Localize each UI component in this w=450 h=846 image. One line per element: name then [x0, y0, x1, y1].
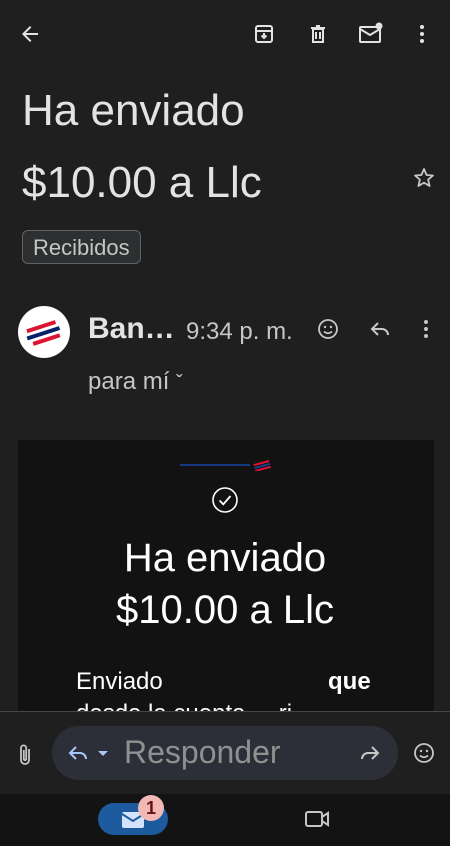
mark-unread-icon[interactable]: [358, 22, 384, 46]
subject-line-1: Ha enviado: [22, 86, 245, 135]
reply-mode-icon[interactable]: [66, 741, 114, 765]
bottom-navigation: [0, 794, 450, 846]
sender-name[interactable]: Ban…: [88, 312, 175, 346]
chevron-down-icon: ˇ: [176, 372, 183, 394]
bank-logo-icon: [26, 320, 61, 346]
reply-icon[interactable]: [368, 317, 392, 341]
star-icon[interactable]: [412, 166, 436, 190]
emoji-icon[interactable]: [412, 741, 436, 765]
card-heading-line-1: Ha enviado: [123, 536, 327, 580]
email-subject: Ha enviado $10.00 a Llc: [22, 82, 402, 212]
card-body-bold-text: que: [328, 668, 371, 695]
delete-icon[interactable]: [306, 22, 330, 46]
reply-placeholder[interactable]: Responder: [124, 734, 281, 771]
attachment-icon[interactable]: [14, 742, 36, 768]
sender-avatar[interactable]: [18, 306, 70, 358]
emoji-reaction-icon[interactable]: [316, 317, 340, 341]
arrow-left-icon[interactable]: [18, 22, 42, 46]
subject-line-2: $10.00 a Llc: [22, 158, 262, 207]
top-app-bar: [0, 0, 450, 70]
recipient-text: para mí: [88, 368, 170, 395]
recipient-line[interactable]: para mí ˇ: [88, 368, 183, 396]
email-time: 9:34 p. m.: [186, 318, 293, 345]
forward-icon[interactable]: [358, 741, 382, 765]
card-heading: Ha enviado $10.00 a Llc: [30, 532, 420, 636]
more-vert-icon[interactable]: [410, 22, 434, 46]
video-camera-icon[interactable]: [304, 808, 330, 830]
archive-icon[interactable]: [252, 22, 276, 46]
unread-badge: 1: [138, 795, 164, 821]
inbox-label-chip[interactable]: Recibidos: [22, 230, 141, 264]
card-body-text: Enviado: [76, 668, 163, 695]
message-more-icon[interactable]: [414, 317, 438, 341]
bank-of-america-logo: [180, 458, 274, 476]
check-circle-icon: [211, 486, 239, 514]
card-heading-line-2: $10.00 a Llc: [116, 588, 334, 632]
